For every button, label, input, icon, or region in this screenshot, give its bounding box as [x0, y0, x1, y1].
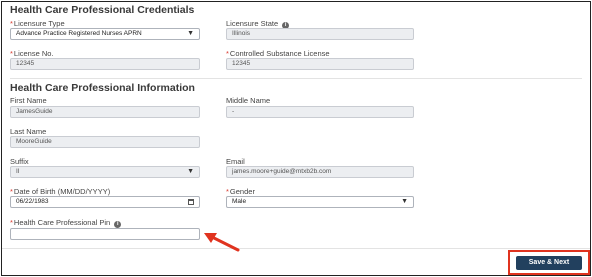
middle-name-field: -	[226, 106, 414, 118]
first-name-label: First Name	[10, 96, 47, 105]
info-icon[interactable]: i	[114, 221, 122, 228]
required-asterisk: *	[10, 19, 13, 28]
credentials-section-title: Health Care Professional Credentials	[10, 4, 195, 16]
chevron-down-icon: ▼	[187, 30, 194, 37]
chevron-down-icon: ▼	[187, 168, 194, 175]
information-section-title: Health Care Professional Information	[10, 82, 195, 94]
licensure-type-select[interactable]: Advance Practice Registered Nurses APRN …	[10, 28, 200, 40]
suffix-select: II ▼	[10, 166, 200, 178]
license-no-field: 12345	[10, 58, 200, 70]
first-name-field: JamesGuide	[10, 106, 200, 118]
licensure-type-label: *Licensure Type	[10, 19, 65, 28]
required-asterisk: *	[226, 187, 229, 196]
pin-label: *Health Care Professional Pin i	[10, 218, 122, 228]
controlled-substance-license-field: 12345	[226, 58, 414, 70]
middle-name-label: Middle Name	[226, 96, 271, 105]
controlled-substance-license-label: *Controlled Substance License	[226, 49, 330, 58]
email-field: james.moore+guide@mtxb2b.com	[226, 166, 414, 178]
save-next-button[interactable]: Save & Next	[516, 256, 582, 270]
pin-input[interactable]	[10, 228, 200, 240]
dob-label: *Date of Birth (MM/DD/YYYY)	[10, 187, 111, 196]
required-asterisk: *	[10, 49, 13, 58]
suffix-label: Suffix	[10, 157, 29, 166]
gender-select[interactable]: Male ▼	[226, 196, 414, 208]
required-asterisk: *	[226, 49, 229, 58]
required-asterisk: *	[10, 187, 13, 196]
section-divider	[10, 78, 582, 79]
red-arrow-annotation	[204, 233, 240, 252]
credentials-form: Health Care Professional Credentials *Li…	[1, 1, 591, 276]
footer-divider	[2, 248, 590, 249]
required-asterisk: *	[10, 218, 13, 227]
license-no-label: *License No.	[10, 49, 54, 58]
email-label: Email	[226, 157, 245, 166]
gender-label: *Gender	[226, 187, 255, 196]
chevron-down-icon: ▼	[401, 198, 408, 205]
dob-input[interactable]: 06/22/1983	[10, 196, 200, 208]
last-name-label: Last Name	[10, 127, 47, 136]
last-name-field: MooreGuide	[10, 136, 200, 148]
calendar-icon[interactable]	[188, 199, 194, 205]
licensure-state-field: Illinois	[226, 28, 414, 40]
